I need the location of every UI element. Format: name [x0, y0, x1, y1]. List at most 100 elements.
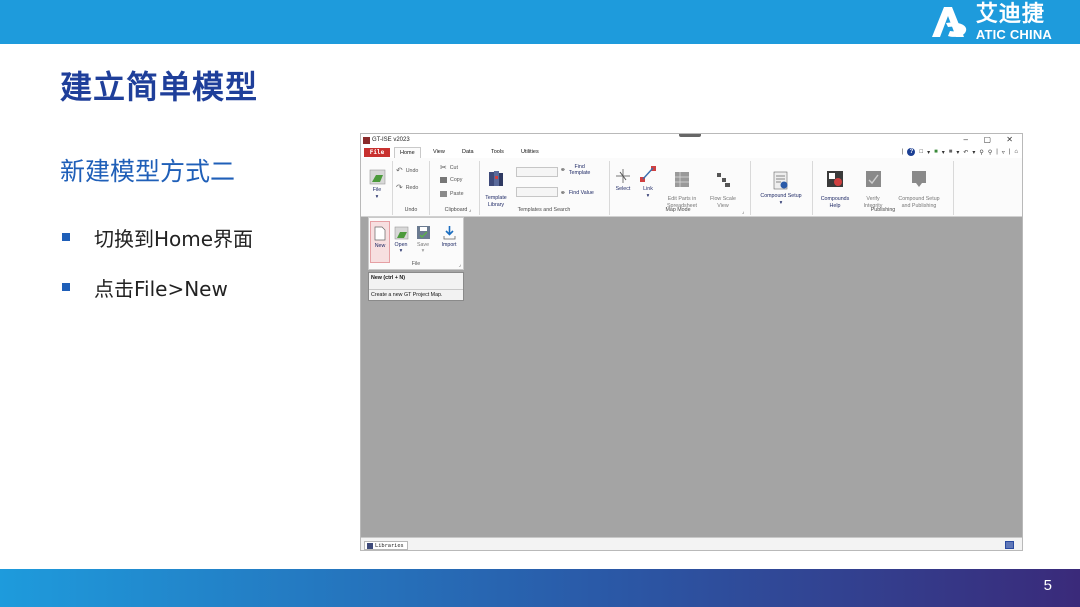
window-title: GT-ISE v2023	[372, 137, 410, 143]
undo-icon[interactable]: ↶	[963, 149, 968, 156]
zoom-out-icon[interactable]: ⚲	[988, 149, 992, 156]
qat-separator-icon: |	[901, 149, 904, 155]
compounds-help-button[interactable]: Compounds Help	[814, 163, 856, 209]
libraries-tab[interactable]: Libraries	[364, 541, 408, 550]
collapse-ribbon-icon[interactable]: ⌂	[1014, 149, 1018, 155]
select-label: Select	[615, 186, 631, 192]
open-icon[interactable]: ■	[934, 149, 938, 155]
paste-icon	[440, 191, 447, 197]
redo-button[interactable]: ↷ Redo	[396, 183, 418, 192]
find-value-button[interactable]: ⚭ Find Value	[560, 189, 594, 197]
edit-parts-button[interactable]: Edit Parts in Spreadsheet	[661, 164, 703, 209]
save-button[interactable]: Save ▾	[413, 221, 433, 254]
new-button[interactable]: New	[370, 221, 390, 263]
link-label: Link	[643, 186, 653, 192]
copy-button[interactable]: Copy	[440, 177, 462, 183]
find-template-button[interactable]: ⚭ Find Template	[560, 164, 590, 176]
redo-arrow-icon: ↷	[396, 183, 403, 192]
bullet-marker	[62, 283, 70, 291]
tab-view[interactable]: View	[433, 149, 445, 155]
tab-tools[interactable]: Tools	[491, 149, 504, 155]
compound-setup-icon	[773, 171, 788, 190]
tab-home[interactable]: Home	[394, 147, 421, 158]
status-flag-icon[interactable]	[1005, 541, 1014, 549]
brand-name-cn: 艾迪捷	[975, 1, 1045, 27]
tooltip-description: Create a new GT Project Map.	[371, 292, 443, 298]
qat-separator-icon: |	[996, 149, 998, 155]
libraries-label: Libraries	[375, 543, 404, 549]
find-template-label: Find Template	[568, 164, 591, 176]
compound-publishing-button[interactable]: Compound Setup and Publishing	[890, 163, 948, 209]
clipboard-group-label: Clipboard ⌟	[438, 207, 478, 213]
dropdown-icon[interactable]: ▾	[972, 149, 975, 156]
redo-label: Redo	[405, 184, 419, 191]
quick-access-toolbar: | ? □ ▾ ■ ▾ ■ ▾ ↶ ▾ ⚲ ⚲ | ▿ | ⌂	[902, 148, 1018, 156]
dialog-launcher-icon[interactable]: ⌟	[742, 209, 744, 215]
bullet-list: 切换到Home界面 点击File>New	[60, 212, 253, 312]
link-mode-button[interactable]: Link ▾	[637, 164, 659, 199]
book-library-icon	[489, 170, 503, 186]
map-mode-group-label: Map Mode	[665, 207, 691, 213]
customize-icon[interactable]: ▿	[1002, 149, 1005, 156]
clipboard-group-text: Clipboard	[444, 207, 468, 213]
dropdown-icon[interactable]: ▾	[927, 149, 930, 156]
dialog-launcher-icon[interactable]: ⌟	[459, 262, 461, 268]
flow-scale-view-button[interactable]: Flow Scale View	[705, 164, 741, 209]
dropdown-icon[interactable]: ▾	[942, 149, 945, 156]
slide-title: 建立简单模型	[60, 68, 259, 106]
new-label: New	[374, 243, 386, 249]
chevron-down-icon: ▾	[375, 193, 379, 200]
select-cross-icon	[616, 169, 630, 183]
find-value-input[interactable]	[516, 187, 558, 197]
file-group-label: File	[411, 261, 421, 267]
undo-arrow-icon: ↶	[396, 166, 403, 175]
status-bar: Libraries	[361, 537, 1022, 550]
new-tooltip: New (ctrl + N) Create a new GT Project M…	[368, 272, 464, 301]
publish-icon	[912, 170, 926, 187]
templates-group-label: Templates and Search	[517, 207, 571, 213]
binoculars-icon: ⚭	[560, 167, 566, 174]
open-button[interactable]: Open ▾	[391, 221, 411, 254]
chevron-down-icon: ▾	[421, 248, 425, 254]
tab-utilities[interactable]: Utilities	[521, 149, 539, 155]
libraries-icon	[367, 543, 373, 549]
template-library-button[interactable]: Template Library	[480, 163, 512, 208]
undo-button[interactable]: ↶ Undo	[396, 166, 418, 175]
tooltip-divider	[369, 289, 463, 290]
find-value-label: Find Value	[568, 190, 594, 196]
new-doc-icon[interactable]: □	[919, 149, 923, 155]
group-divider	[392, 161, 393, 215]
select-mode-button[interactable]: Select	[612, 168, 634, 193]
compound-setup-label: Compound Setup	[760, 193, 802, 199]
paste-button[interactable]: Paste	[440, 191, 464, 197]
open-folder-icon	[394, 226, 408, 240]
slide-subtitle: 新建模型方式二	[60, 157, 236, 186]
file-ribbon-label: File	[372, 187, 382, 193]
undo-label: Undo	[405, 167, 419, 174]
copy-icon	[440, 177, 447, 183]
dropdown-icon[interactable]: ▾	[956, 149, 959, 156]
import-button[interactable]: Import	[437, 221, 461, 248]
compound-setup-button[interactable]: Compound Setup ▾	[752, 171, 810, 206]
help-icon[interactable]: ?	[907, 148, 916, 156]
cut-button[interactable]: ✂ Cut	[440, 163, 458, 172]
titlebar-notch	[679, 134, 701, 137]
close-button[interactable]: ✕	[1006, 135, 1013, 144]
app-icon	[363, 137, 370, 144]
verify-integrity-button[interactable]: Verify Integrity	[857, 163, 889, 209]
maximize-button[interactable]: ▢	[983, 135, 991, 144]
file-menu-tab[interactable]: File	[364, 148, 390, 157]
spreadsheet-icon	[675, 171, 689, 187]
chevron-down-icon: ▾	[779, 199, 783, 206]
zoom-icon[interactable]: ⚲	[979, 149, 983, 156]
verify-integrity-icon	[865, 170, 881, 187]
bullet-marker	[62, 233, 70, 241]
save-disk-icon	[416, 226, 430, 239]
dialog-launcher-icon[interactable]: ⌟	[469, 207, 471, 213]
bullet-item: 切换到Home界面	[60, 212, 253, 262]
tab-data[interactable]: Data	[462, 149, 474, 155]
minimize-button[interactable]: –	[964, 135, 968, 144]
file-ribbon-button[interactable]: File ▾	[365, 168, 389, 200]
find-template-input[interactable]	[516, 167, 558, 177]
save-icon[interactable]: ■	[949, 149, 953, 155]
